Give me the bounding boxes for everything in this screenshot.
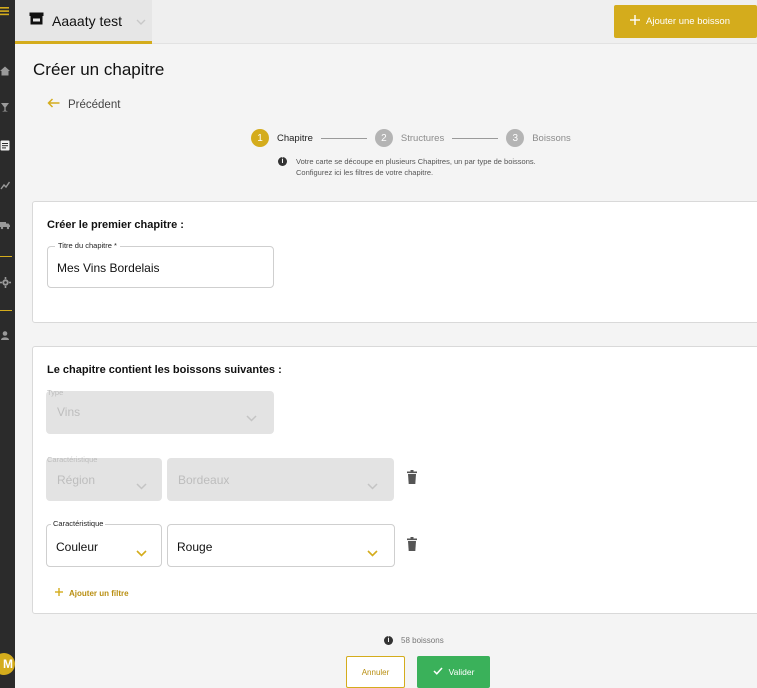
contents-card-title: Le chapitre contient les boissons suivan… xyxy=(47,364,282,376)
drink-count: i 58 boissons xyxy=(384,635,444,645)
page-title: Créer un chapitre xyxy=(33,60,165,79)
filter-2-value-select[interactable]: Rouge xyxy=(167,524,395,567)
chevron-down-icon xyxy=(136,477,147,495)
truck-icon[interactable] xyxy=(0,218,15,232)
step-2-label: Structures xyxy=(400,132,445,144)
validate-button[interactable]: Valider xyxy=(417,656,490,688)
contents-card: Le chapitre contient les boissons suivan… xyxy=(32,346,757,614)
step-3-number: 3 xyxy=(506,129,525,147)
type-label: Type xyxy=(47,388,64,397)
menu-icon[interactable] xyxy=(0,4,15,18)
home-icon[interactable] xyxy=(0,64,15,78)
check-icon xyxy=(433,667,443,677)
step-3-label: Boissons xyxy=(532,132,571,144)
filter-1-characteristic-select[interactable]: Caractéristique Région xyxy=(46,455,162,501)
filter-2-characteristic-select[interactable]: Caractéristique Couleur xyxy=(46,519,162,567)
type-value: Vins xyxy=(57,405,81,419)
info-note: i Votre carte se découpe en plusieurs Ch… xyxy=(278,156,536,178)
add-filter-button[interactable]: Ajouter un filtre xyxy=(55,588,129,598)
glass-icon[interactable] xyxy=(0,100,15,114)
venue-name: Aaaaty test xyxy=(52,12,123,29)
chapter-title-field[interactable]: Titre du chapitre * Mes Vins Bordelais xyxy=(47,241,274,288)
chevron-down-icon xyxy=(246,409,257,427)
add-filter-label: Ajouter un filtre xyxy=(69,588,129,598)
trash-icon[interactable] xyxy=(407,470,417,489)
type-select[interactable]: Type Vins xyxy=(46,388,274,434)
gear-icon[interactable] xyxy=(0,275,15,289)
trash-icon[interactable] xyxy=(407,537,417,556)
plus-icon xyxy=(55,588,63,598)
add-drink-button[interactable]: Ajouter une boisson xyxy=(614,5,757,38)
add-drink-label: Ajouter une boisson xyxy=(646,16,730,27)
cancel-button[interactable]: Annuler xyxy=(346,656,405,688)
filter-1-value-select[interactable]: Bordeaux xyxy=(167,458,394,501)
support-icon[interactable] xyxy=(0,328,15,342)
rail-separator xyxy=(0,256,12,257)
chapter-title-value: Mes Vins Bordelais xyxy=(57,261,160,275)
step-1-number: 1 xyxy=(251,129,269,147)
info-line-1: Votre carte se découpe en plusieurs Chap… xyxy=(296,157,536,166)
filter-2-value: Rouge xyxy=(177,540,213,554)
plus-icon xyxy=(630,15,640,28)
sidebar-rail: M xyxy=(0,0,15,688)
filter-1-characteristic: Région xyxy=(57,473,96,487)
chevron-down-icon xyxy=(136,12,146,30)
venue-selector[interactable]: Aaaaty test xyxy=(15,0,152,44)
filter-1-label: Caractéristique xyxy=(47,455,98,464)
chapter-title-label: Titre du chapitre * xyxy=(55,241,120,251)
store-icon xyxy=(29,12,44,30)
chapter-card-title: Créer le premier chapitre : xyxy=(47,219,184,231)
validate-label: Valider xyxy=(448,667,475,677)
back-link[interactable]: Précédent xyxy=(47,98,120,111)
filter-2-characteristic: Couleur xyxy=(56,540,99,554)
info-icon: i xyxy=(384,636,393,645)
step-1-label: Chapitre xyxy=(277,132,313,144)
back-label: Précédent xyxy=(68,98,121,111)
info-line-2: Configurez ici les filtres de votre chap… xyxy=(296,168,434,177)
chevron-down-icon xyxy=(367,544,378,562)
chevron-down-icon xyxy=(136,544,147,562)
chart-icon[interactable] xyxy=(0,178,15,192)
stepper: 1 Chapitre 2 Structures 3 Boissons xyxy=(251,129,571,147)
filter-1-value: Bordeaux xyxy=(178,473,230,487)
avatar[interactable]: M xyxy=(0,653,15,675)
arrow-left-icon xyxy=(47,98,60,111)
chevron-down-icon xyxy=(367,477,378,495)
drink-count-label: 58 boissons xyxy=(401,635,444,645)
chapter-card: Créer le premier chapitre : Titre du cha… xyxy=(32,201,757,323)
menu-card-icon[interactable] xyxy=(0,138,15,152)
cancel-label: Annuler xyxy=(361,667,390,677)
rail-separator xyxy=(0,310,12,311)
step-connector xyxy=(452,137,499,139)
step-2-number: 2 xyxy=(374,129,393,147)
info-icon: i xyxy=(278,157,287,166)
filter-2-label: Caractéristique xyxy=(51,519,106,529)
step-connector xyxy=(320,137,367,139)
